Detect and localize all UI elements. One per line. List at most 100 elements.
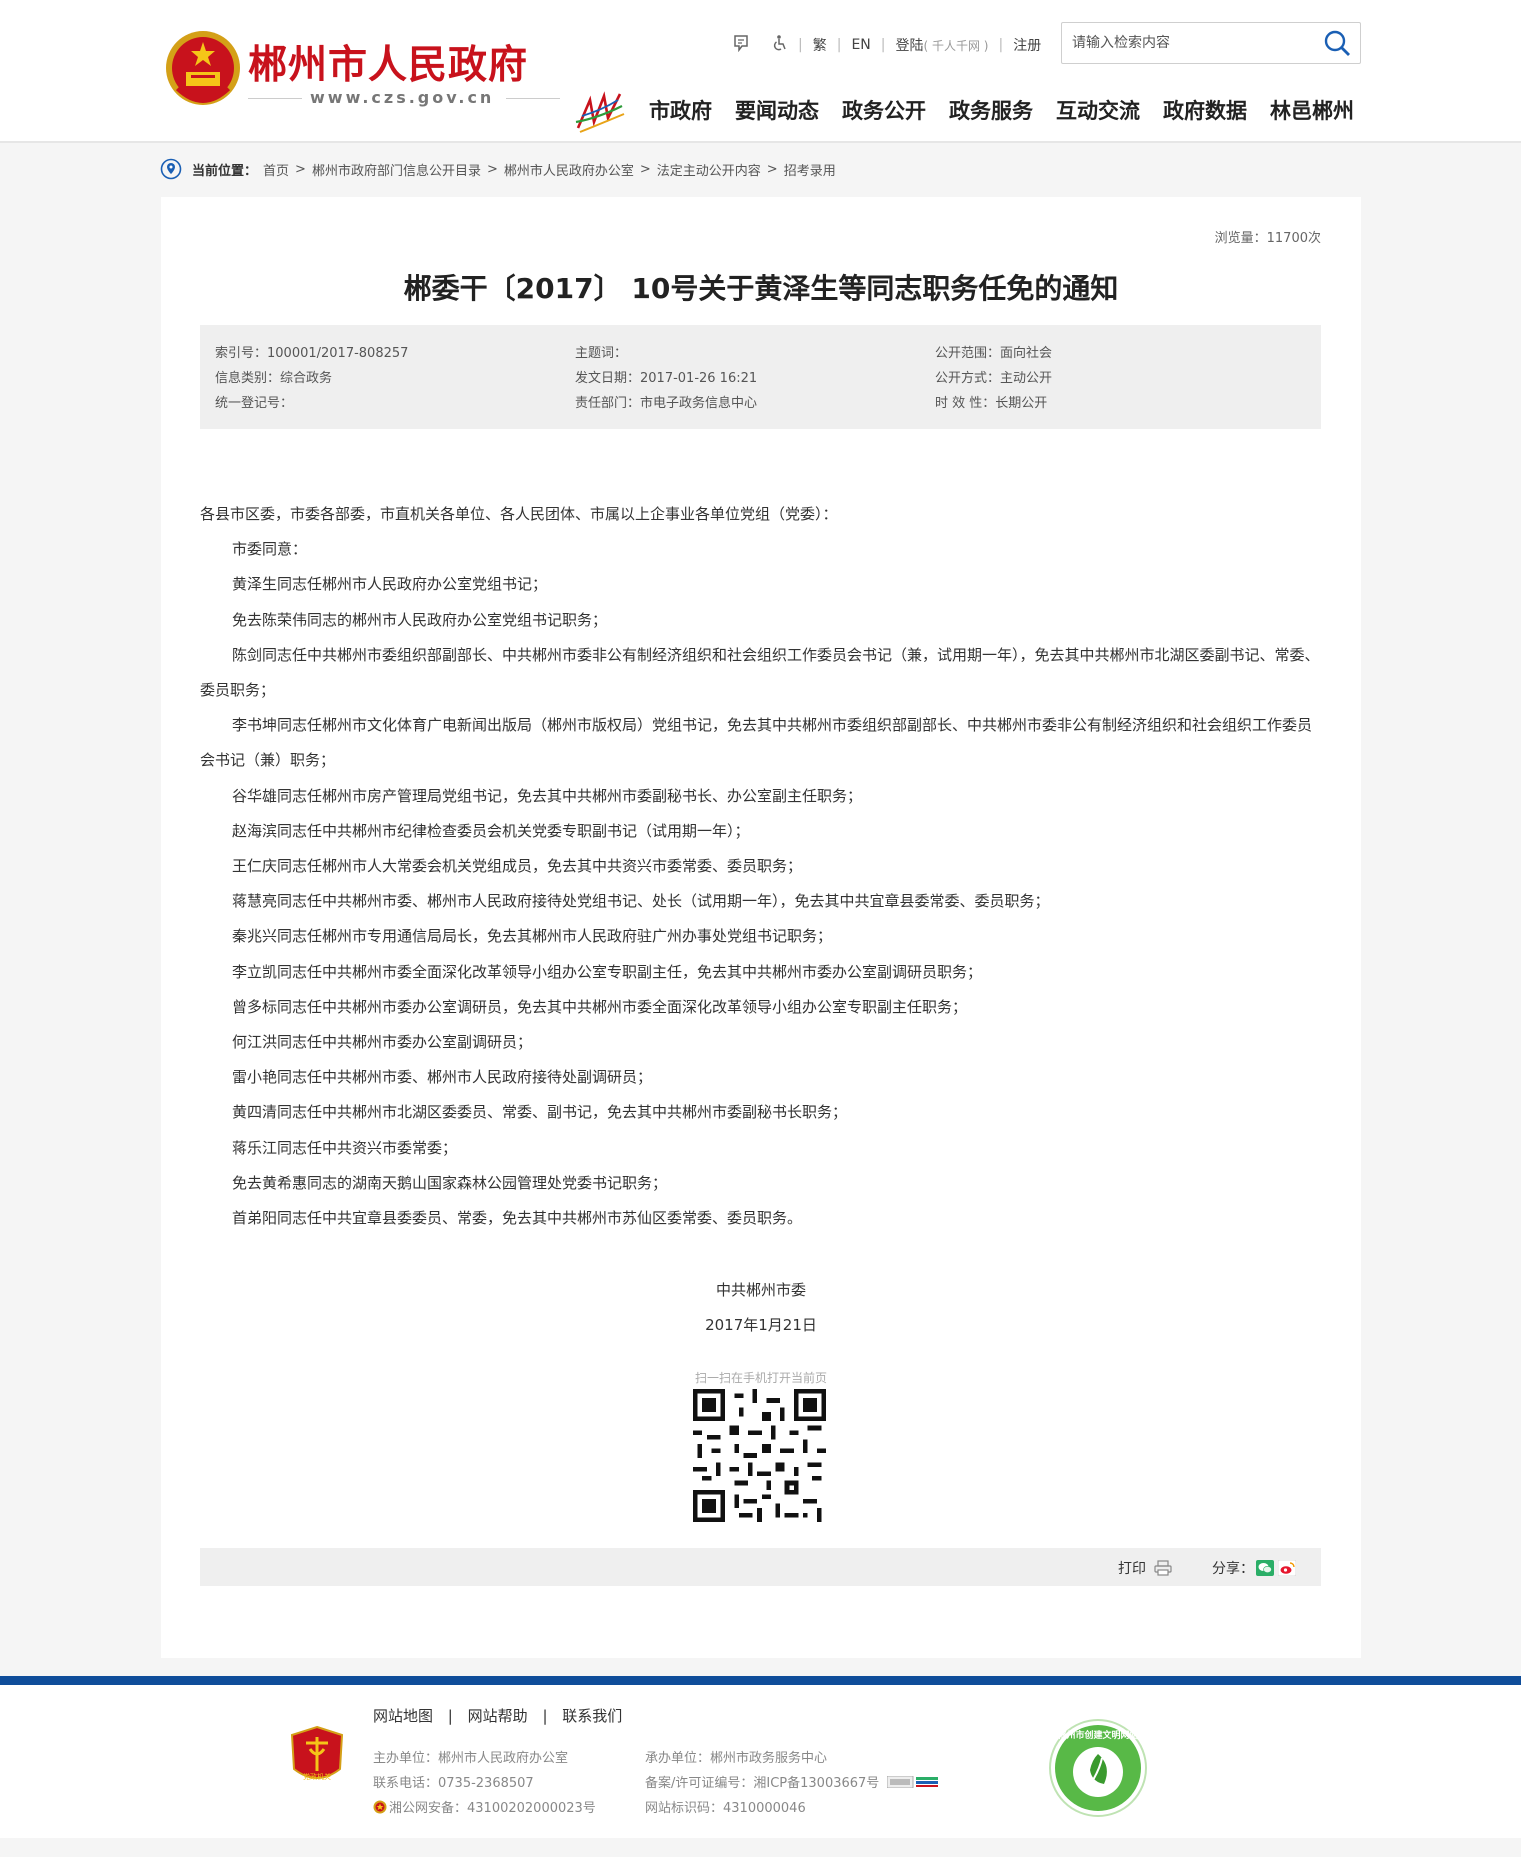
location-pin-icon xyxy=(160,158,182,180)
police-badge-icon xyxy=(373,1800,387,1813)
breadcrumb-separator: > xyxy=(486,161,498,177)
english-link[interactable]: EN xyxy=(841,37,880,53)
paragraph: 免去陈荣伟同志的郴州市人民政府办公室党组书记职务； xyxy=(232,610,608,629)
nav-item-news[interactable]: 要闻动态 xyxy=(735,95,819,125)
site-footer: 党政机关 网站地图 | 网站帮助 | 联系我们 主办单位：郴州市人民政府办公室 … xyxy=(0,1685,1521,1838)
paragraph: 蒋乐江同志任中共资兴市委常委； xyxy=(232,1138,458,1157)
print-button[interactable]: 打印 xyxy=(1118,1558,1172,1578)
site-url: www.czs.gov.cn xyxy=(310,88,495,107)
barrier-free-icon xyxy=(734,35,748,53)
paragraph: 王仁庆同志任郴州市人大常委会机关党组成员，免去其中共资兴市委常委、委员职务； xyxy=(232,857,803,876)
qr-hint: 扫一扫在手机打开当前页 xyxy=(694,1371,827,1385)
site-name: 郴州市人民政府 xyxy=(248,43,529,88)
breadcrumb: 当前位置： 首页 > 郴州市政府部门信息公开目录 > 郴州市人民政府办公室 > … xyxy=(160,157,836,181)
breadcrumb-link[interactable]: 招考录用 xyxy=(784,160,836,179)
footer-icp[interactable]: 备案/许可证编号：湘ICP备13003667号 xyxy=(645,1772,939,1791)
search-icon[interactable] xyxy=(1322,28,1352,58)
meta-date: 发文日期：2017-01-26 16:21 xyxy=(575,371,758,386)
civ-badge-text: 郴州市创建文明网站 xyxy=(1057,1729,1138,1741)
meta-subject: 主题词： xyxy=(575,346,628,361)
tool-accessibility[interactable] xyxy=(722,34,760,56)
footer-host: 主办单位：郴州市人民政府办公室 xyxy=(373,1751,569,1766)
weibo-icon[interactable] xyxy=(1278,1560,1296,1576)
print-label: 打印 xyxy=(1118,1561,1146,1577)
footer-link-help[interactable]: 网站帮助 xyxy=(468,1707,528,1725)
footer-link-contact[interactable]: 联系我们 xyxy=(562,1707,622,1725)
breadcrumb-separator: > xyxy=(766,161,778,177)
share-bar: 打印 分享： xyxy=(200,1548,1321,1586)
breadcrumb-link[interactable]: 郴州市政府部门信息公开目录 xyxy=(312,160,481,179)
url-divider-right xyxy=(506,98,560,99)
top-tools: | 繁 | EN | 登陆( 千人千网 ) | 注册 xyxy=(722,32,1051,58)
footer-divider xyxy=(0,1676,1521,1685)
breadcrumb-link[interactable]: 法定主动公开内容 xyxy=(657,160,761,179)
signature: 中共郴州市委 xyxy=(715,1281,806,1299)
wheelchair-icon xyxy=(773,35,786,51)
meta-scope: 公开范围：面向社会 xyxy=(935,346,1053,361)
city-logo-icon xyxy=(575,91,625,133)
paragraph: 曾多标同志任中共郴州市委办公室调研员，免去其中共郴州市委全面深化改革领导小组办公… xyxy=(232,997,968,1016)
login-link[interactable]: 登陆( 千人千网 ) xyxy=(885,35,998,55)
paragraph: 赵海滨同志任中共郴州市纪律检查委员会机关党委专职副书记（试用期一年）； xyxy=(232,821,750,840)
civilized-site-badge-icon[interactable]: 郴州市创建文明网站 xyxy=(1048,1718,1148,1818)
sign-date: 2017年1月21日 xyxy=(705,1316,817,1334)
article-body: 各县市区委，市委各部委，市直机关各单位、各人民团体、市属以上企事业各单位党组（党… xyxy=(200,497,1321,1236)
nav-item-open-gov[interactable]: 政务公开 xyxy=(842,95,926,125)
article-title: 郴委干〔2017〕 10号关于黄泽生等同志职务任免的通知 xyxy=(403,272,1119,305)
login-hint: ( 千人千网 ) xyxy=(923,39,989,53)
paragraph: 李书坤同志任郴州市文化体育广电新闻出版局（郴州市版权局）党组书记，免去其中共郴州… xyxy=(200,716,1313,770)
meta-validity: 时 效 性：长期公开 xyxy=(935,396,1048,411)
site-header: 郴州市人民政府 www.czs.gov.cn | 繁 | EN | 登陆( 千人… xyxy=(0,0,1521,143)
meta-category: 信息类别：综合政务 xyxy=(215,371,333,386)
breadcrumb-link[interactable]: 首页 xyxy=(263,160,289,179)
paragraph: 陈剑同志任中共郴州市委组织部副部长、中共郴州市委非公有制经济组织和社会组织工作委… xyxy=(200,645,1320,700)
paragraph: 黄四清同志任中共郴州市北湖区委委员、常委、副书记，免去其中共郴州市委副秘书长职务… xyxy=(232,1103,848,1122)
main-nav: 市政府 要闻动态 政务公开 政务服务 互动交流 政府数据 林邑郴州 xyxy=(649,95,1354,125)
breadcrumb-label: 当前位置： xyxy=(192,163,258,179)
meta-index-no: 索引号：100001/2017-808257 xyxy=(215,346,409,361)
nav-item-interaction[interactable]: 互动交流 xyxy=(1056,95,1140,125)
meta-reg-no: 统一登记号： xyxy=(215,396,294,411)
url-divider-left xyxy=(248,98,302,99)
paragraph-salutation: 各县市区委，市委各部委，市直机关各单位、各人民团体、市属以上企事业各单位党组（党… xyxy=(200,505,838,523)
article-container: 浏览量：11700次 郴委干〔2017〕 10号关于黄泽生等同志职务任免的通知 … xyxy=(161,197,1361,1658)
meta-method: 公开方式：主动公开 xyxy=(935,371,1053,386)
paragraph: 首弟阳同志任中共宜章县委委员、常委，免去其中共郴州市苏仙区委常委、委员职务。 xyxy=(232,1209,803,1228)
party-badge-text: 党政机关 xyxy=(303,1772,331,1781)
footer-link-sitemap[interactable]: 网站地图 xyxy=(373,1707,433,1725)
tool-wheelchair[interactable] xyxy=(760,34,798,56)
paragraph: 秦兆兴同志任郴州市专用通信局局长，免去其郴州市人民政府驻广州办事处党组书记职务； xyxy=(232,927,833,946)
paragraph: 雷小艳同志任中共郴州市委、郴州市人民政府接待处副调研员； xyxy=(232,1068,653,1087)
meta-dept: 责任部门：市电子政务信息中心 xyxy=(575,396,758,411)
footer-undertaker: 承办单位：郴州市政务服务中心 xyxy=(645,1751,828,1766)
paragraph: 何江洪同志任中共郴州市委办公室副调研员； xyxy=(232,1033,533,1052)
paragraph: 李立凯同志任中共郴州市委全面深化改革领导小组办公室专职副主任，免去其中共郴州市委… xyxy=(232,962,983,981)
footer-phone: 联系电话：0735-2368507 xyxy=(373,1776,534,1791)
qr-code-icon xyxy=(693,1389,826,1522)
printer-icon xyxy=(1154,1560,1172,1576)
breadcrumb-separator: > xyxy=(639,161,651,177)
paragraph: 谷华雄同志任郴州市房产管理局党组书记，免去其中共郴州市委副秘书长、办公室副主任职… xyxy=(232,786,863,805)
footer-site-id: 网站标识码：4310000046 xyxy=(645,1801,806,1816)
nav-item-services[interactable]: 政务服务 xyxy=(949,95,1033,125)
paragraph: 蒋慧亮同志任中共郴州市委、郴州市人民政府接待处党组书记、处长（试用期一年），免去… xyxy=(232,892,1050,911)
register-link[interactable]: 注册 xyxy=(1003,35,1051,55)
paragraph: 黄泽生同志任郴州市人民政府办公室党组书记； xyxy=(232,575,548,594)
wechat-icon[interactable] xyxy=(1256,1560,1274,1576)
nav-item-linyi[interactable]: 林邑郴州 xyxy=(1270,95,1354,125)
paragraph: 市委同意： xyxy=(232,540,308,559)
search-input[interactable] xyxy=(1070,23,1304,63)
national-emblem-icon xyxy=(166,31,240,105)
footer-links: 网站地图 | 网站帮助 | 联系我们 xyxy=(373,1705,622,1726)
share-label: 分享： xyxy=(1212,1561,1254,1577)
breadcrumb-link[interactable]: 郴州市人民政府办公室 xyxy=(504,160,634,179)
site-logo[interactable]: 郴州市人民政府 www.czs.gov.cn xyxy=(160,26,560,116)
share-group: 分享： xyxy=(1212,1558,1296,1578)
nav-item-city-gov[interactable]: 市政府 xyxy=(649,95,712,125)
footer-police[interactable]: 湘公网安备：43100202000023号 xyxy=(373,1797,596,1816)
party-gov-badge-icon[interactable]: 党政机关 xyxy=(290,1725,344,1789)
article-meta-panel: 索引号：100001/2017-808257 信息类别：综合政务 统一登记号： … xyxy=(200,325,1321,429)
cnzz-stat-icon xyxy=(887,1775,939,1788)
nav-item-data[interactable]: 政府数据 xyxy=(1163,95,1247,125)
traditional-chinese-link[interactable]: 繁 xyxy=(803,35,837,55)
